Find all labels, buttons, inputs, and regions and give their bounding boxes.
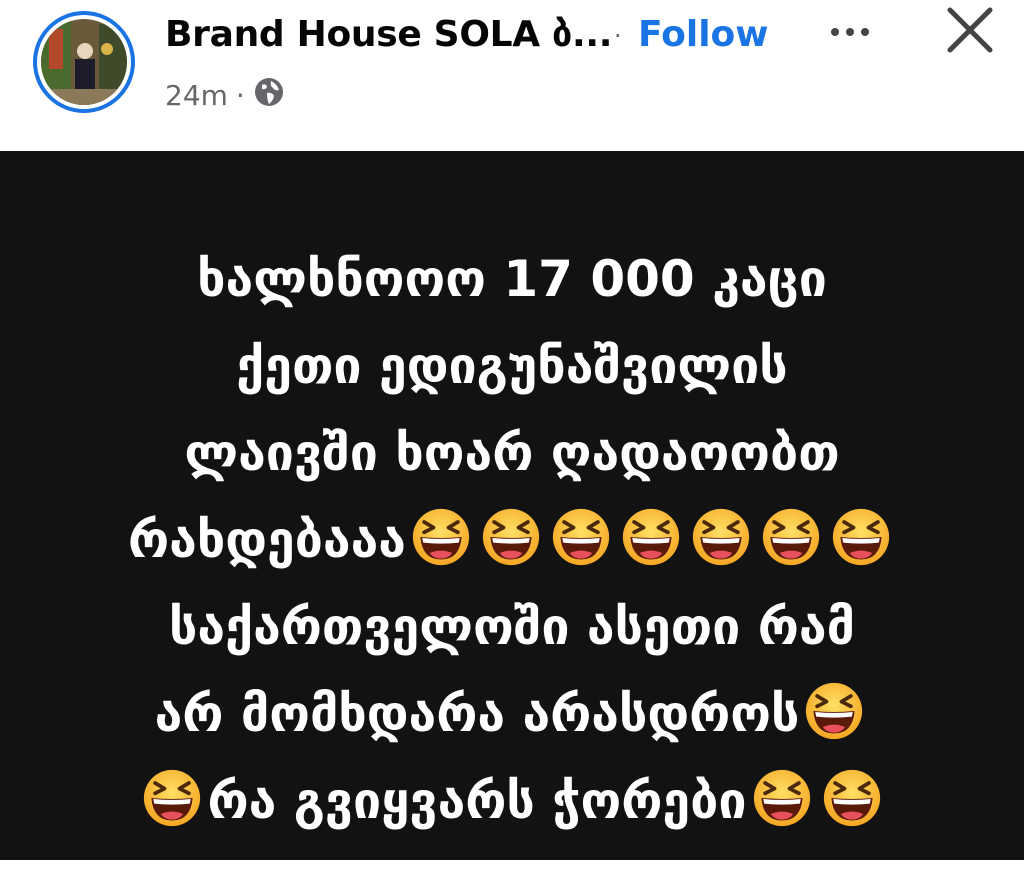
- avatar[interactable]: [33, 11, 135, 113]
- post-line-1: ხალხნოოო 17 000 კაცი: [0, 236, 1024, 323]
- globe-icon[interactable]: [253, 76, 285, 115]
- emoji-row: [406, 508, 896, 569]
- laughing-emoji-icon: [142, 768, 202, 828]
- post-line-text: რა გვიყვარს ჭორები: [207, 772, 747, 830]
- post-meta: 24m ·: [165, 76, 285, 115]
- post-line-text: რახდებააა: [128, 511, 406, 569]
- laughing-emoji-icon: [822, 768, 882, 828]
- post-line-text: ლაივში ხოარ ღადაოობთ: [184, 424, 840, 482]
- laughing-emoji-icon: [752, 768, 812, 828]
- post-header: Brand House SOLA ბ... · Follow 24m ·: [0, 0, 1024, 150]
- laughing-emoji-icon: [621, 507, 681, 567]
- post-line-text: ხალხნოოო 17 000 კაცი: [197, 250, 827, 308]
- laughing-emoji-icon: [804, 681, 864, 741]
- post-line-2: ქეთი ედიგუნაშვილის: [0, 323, 1024, 410]
- page-name[interactable]: Brand House SOLA ბ...: [165, 14, 612, 55]
- meta-separator: ·: [235, 79, 245, 112]
- post-text: ხალხნოოო 17 000 კაცი ქეთი ედიგუნაშვილის …: [0, 236, 1024, 845]
- emoji-row: [137, 769, 207, 830]
- post-line-6: არ მომხდარა არასდროს: [0, 671, 1024, 758]
- laughing-emoji-icon: [831, 507, 891, 567]
- post-line-text: საქართველოში ასეთი რამ: [168, 598, 855, 656]
- laughing-emoji-icon: [761, 507, 821, 567]
- separator-dot: ·: [614, 22, 622, 50]
- laughing-emoji-icon: [481, 507, 541, 567]
- laughing-emoji-icon: [411, 507, 471, 567]
- close-icon[interactable]: [942, 6, 998, 56]
- emoji-row: [799, 682, 869, 743]
- more-dots-icon[interactable]: [820, 12, 880, 52]
- avatar-image: [41, 19, 127, 105]
- laughing-emoji-icon: [551, 507, 611, 567]
- post-line-3: ლაივში ხოარ ღადაოობთ: [0, 410, 1024, 497]
- post-line-4: რახდებააა: [0, 497, 1024, 584]
- post-line-text: არ მომხდარა არასდროს: [154, 685, 800, 743]
- follow-button[interactable]: Follow: [638, 14, 769, 55]
- post-line-text: ქეთი ედიგუნაშვილის: [236, 337, 788, 395]
- emoji-row: [747, 769, 887, 830]
- timestamp[interactable]: 24m: [165, 79, 228, 112]
- laughing-emoji-icon: [691, 507, 751, 567]
- post-line-5: საქართველოში ასეთი რამ: [0, 584, 1024, 671]
- post-image[interactable]: ხალხნოოო 17 000 კაცი ქეთი ედიგუნაშვილის …: [0, 151, 1024, 860]
- bottom-strip: [0, 860, 1024, 880]
- post-line-7: რა გვიყვარს ჭორები: [0, 758, 1024, 845]
